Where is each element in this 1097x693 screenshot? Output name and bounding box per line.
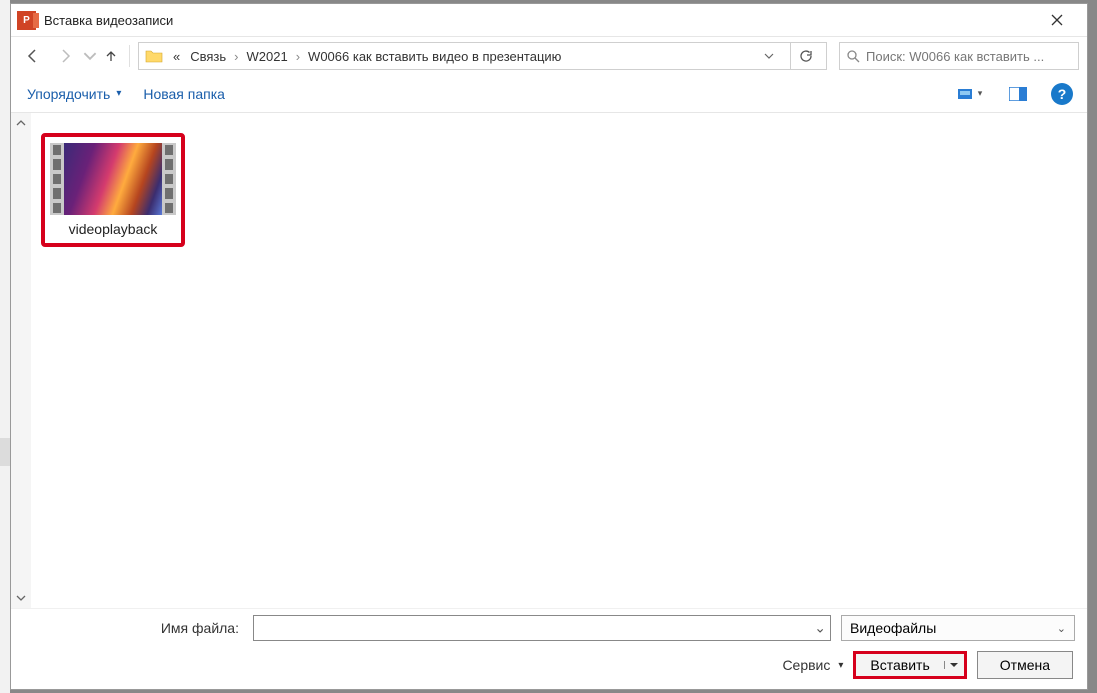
scroll-down-button[interactable] xyxy=(11,588,31,608)
filter-label: Видеофайлы xyxy=(850,620,936,636)
film-strip-icon xyxy=(162,143,176,215)
thumbnails-icon xyxy=(958,87,976,101)
refresh-icon xyxy=(799,49,813,63)
new-folder-label: Новая папка xyxy=(143,86,225,102)
chevron-right-icon[interactable]: › xyxy=(232,49,240,64)
file-list[interactable]: videoplayback xyxy=(31,113,1087,608)
toolbar: Упорядочить ▾ Новая папка ▾ ? xyxy=(11,75,1087,113)
tools-menu[interactable]: Сервис ▾ xyxy=(782,657,843,673)
caret-down-icon: ▾ xyxy=(838,660,843,671)
breadcrumb-item[interactable]: W2021 xyxy=(243,49,292,64)
file-name: videoplayback xyxy=(69,221,158,237)
dialog-body: videoplayback xyxy=(11,113,1087,608)
insert-button[interactable]: Вставить xyxy=(853,651,966,679)
new-folder-button[interactable]: Новая папка xyxy=(141,82,227,106)
nav-back-button[interactable] xyxy=(19,42,47,70)
close-icon xyxy=(1051,14,1063,26)
preview-pane-icon xyxy=(1009,87,1027,101)
filename-input[interactable]: ⌄ xyxy=(253,615,831,641)
refresh-button[interactable] xyxy=(790,43,820,69)
tools-label: Сервис xyxy=(782,657,830,673)
chevron-down-icon xyxy=(16,593,26,603)
video-frame xyxy=(64,143,162,215)
scroll-up-button[interactable] xyxy=(11,113,31,133)
insert-label: Вставить xyxy=(856,657,943,673)
background-app-strip xyxy=(0,0,10,693)
chevron-down-icon: ⌄ xyxy=(814,620,826,637)
separator xyxy=(129,45,130,67)
nav-pane-scrollbar[interactable] xyxy=(11,113,31,608)
search-input[interactable]: Поиск: W0066 как вставить ... xyxy=(839,42,1079,70)
arrow-up-icon xyxy=(104,49,118,63)
breadcrumb-prefix: « xyxy=(169,49,184,64)
file-type-filter[interactable]: Видеофайлы ⌄ xyxy=(841,615,1075,641)
film-strip-icon xyxy=(50,143,64,215)
arrow-left-icon xyxy=(25,48,41,64)
nav-bar: « Связь › W2021 › W0066 как вставить вид… xyxy=(11,37,1087,75)
dialog-title: Вставка видеозаписи xyxy=(44,13,173,28)
chevron-down-icon: ⌄ xyxy=(1057,622,1066,635)
search-placeholder: Поиск: W0066 как вставить ... xyxy=(866,49,1044,64)
arrow-right-icon xyxy=(57,48,73,64)
nav-forward-button[interactable] xyxy=(51,42,79,70)
breadcrumb-item[interactable]: Связь xyxy=(186,49,230,64)
organize-button[interactable]: Упорядочить ▾ xyxy=(25,82,123,106)
filename-label: Имя файла: xyxy=(23,620,243,636)
background-selection xyxy=(0,438,10,466)
folder-icon xyxy=(145,47,163,65)
view-mode-button[interactable]: ▾ xyxy=(955,79,985,109)
chevron-right-icon[interactable]: › xyxy=(294,49,302,64)
video-thumbnail xyxy=(50,143,176,215)
dialog-footer: Имя файла: ⌄ Видеофайлы ⌄ Сервис ▾ Встав… xyxy=(11,608,1087,689)
caret-down-icon xyxy=(950,661,958,669)
help-button[interactable]: ? xyxy=(1051,83,1073,105)
address-dropdown[interactable] xyxy=(758,49,780,64)
chevron-up-icon xyxy=(16,118,26,128)
insert-video-dialog: P Вставка видеозаписи « Связь › W2021 xyxy=(10,3,1088,690)
cancel-button[interactable]: Отмена xyxy=(977,651,1073,679)
chevron-down-icon xyxy=(83,48,97,64)
chevron-down-icon xyxy=(764,51,774,61)
search-icon xyxy=(846,49,860,63)
cancel-label: Отмена xyxy=(1000,657,1050,673)
preview-pane-button[interactable] xyxy=(1003,79,1033,109)
powerpoint-icon: P xyxy=(17,11,36,30)
address-bar[interactable]: « Связь › W2021 › W0066 как вставить вид… xyxy=(138,42,827,70)
caret-down-icon: ▾ xyxy=(978,88,983,99)
titlebar: P Вставка видеозаписи xyxy=(11,4,1087,37)
nav-history-dropdown[interactable] xyxy=(83,42,97,70)
organize-label: Упорядочить xyxy=(27,86,110,102)
file-item-video[interactable]: videoplayback xyxy=(41,133,185,247)
nav-up-button[interactable] xyxy=(101,42,121,70)
close-button[interactable] xyxy=(1035,5,1079,35)
caret-down-icon: ▾ xyxy=(116,88,121,99)
insert-split-dropdown[interactable] xyxy=(944,661,964,669)
breadcrumb-item[interactable]: W0066 как вставить видео в презентацию xyxy=(304,49,565,64)
